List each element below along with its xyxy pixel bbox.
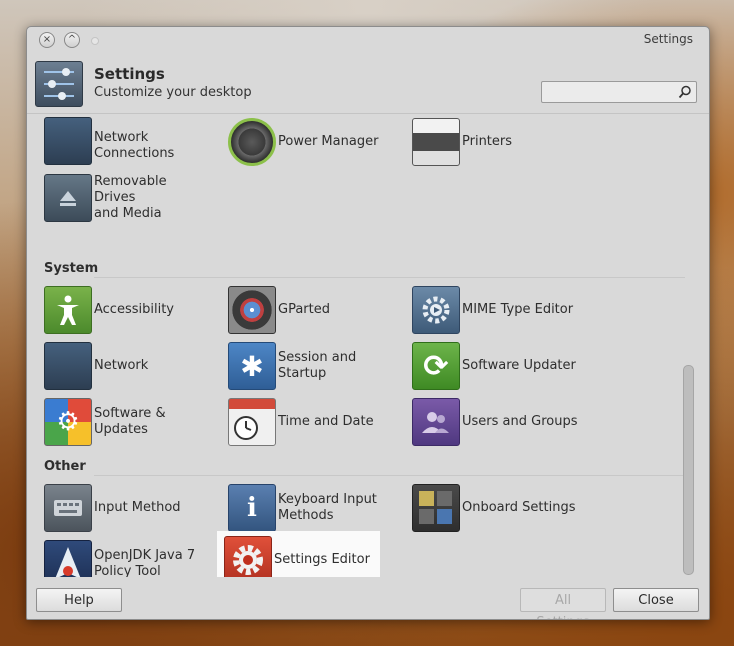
info-keyboard-icon: i <box>228 484 276 532</box>
title-bar: × ^ Settings <box>27 27 709 53</box>
keyboard-icon <box>44 484 92 532</box>
item-input-method[interactable]: Input Method <box>31 483 201 533</box>
item-label: Onboard Settings <box>462 500 576 515</box>
item-label: Accessibility <box>94 302 174 317</box>
item-onboard-settings[interactable]: Onboard Settings <box>399 483 575 533</box>
item-mime-type-editor[interactable]: MIME Type Editor <box>399 285 573 335</box>
item-software-updates[interactable]: ⚙ Software & Updates <box>31 397 201 447</box>
item-label: Session and Startup <box>278 350 357 381</box>
settings-sliders-icon <box>35 61 83 107</box>
item-label: Users and Groups <box>462 414 578 429</box>
users-icon <box>412 398 460 446</box>
printer-icon <box>412 118 460 166</box>
session-startup-icon: ✱ <box>228 342 276 390</box>
java-icon <box>44 540 92 577</box>
accessibility-icon <box>44 286 92 334</box>
vertical-scrollbar[interactable] <box>680 121 696 575</box>
close-icon: × <box>42 34 52 45</box>
item-openjdk-policy-tool[interactable]: OpenJDK Java 7 Policy Tool <box>31 539 201 577</box>
mime-gear-icon <box>412 286 460 334</box>
item-label: MIME Type Editor <box>462 302 574 317</box>
network-icon <box>44 342 92 390</box>
item-settings-editor[interactable]: Settings Editor <box>217 531 380 577</box>
item-removable-drives[interactable]: Removable Drives and Media <box>31 173 201 223</box>
settings-window: × ^ Settings Settings Customize your des… <box>26 26 710 620</box>
item-label: Removable Drives <box>94 174 167 205</box>
item-accessibility[interactable]: Accessibility <box>31 285 201 335</box>
item-keyboard-input-methods[interactable]: i Keyboard Input Methods <box>215 483 385 533</box>
search-icon[interactable] <box>678 85 692 99</box>
item-session-startup[interactable]: ✱ Session and Startup <box>215 341 385 391</box>
settings-editor-gear-icon <box>224 536 272 577</box>
item-time-date[interactable]: Time and Date <box>215 397 385 447</box>
item-label: Input Method <box>94 500 181 515</box>
item-users-groups[interactable]: Users and Groups <box>399 397 577 447</box>
scrollbar-thumb[interactable] <box>683 365 694 575</box>
item-label: Network <box>94 358 149 373</box>
item-network[interactable]: Network <box>31 341 201 391</box>
item-label: GParted <box>278 302 330 317</box>
help-button[interactable]: Help <box>36 588 122 612</box>
minimize-icon: ^ <box>67 34 77 45</box>
search-input[interactable] <box>545 84 677 102</box>
item-label: Software Updater <box>462 358 576 373</box>
section-other: Other <box>44 459 86 474</box>
all-settings-button[interactable]: All Settings <box>520 588 606 619</box>
item-label: Methods <box>278 508 334 523</box>
network-connections-icon <box>44 117 92 165</box>
window-title: Settings <box>643 32 693 46</box>
item-label: OpenJDK Java 7 <box>94 548 196 563</box>
close-button[interactable]: Close <box>613 588 699 612</box>
onboard-keyboard-icon <box>412 484 460 532</box>
header-title: Settings <box>94 65 165 83</box>
settings-grid: Network Connections Power Manager Printe… <box>31 115 699 577</box>
software-updater-icon: ⟳ <box>412 342 460 390</box>
item-label: Printers <box>462 134 513 149</box>
maximize-window-button[interactable] <box>91 37 99 45</box>
item-label: Keyboard Input <box>278 492 377 507</box>
removable-drive-icon <box>44 174 92 222</box>
gparted-disk-icon <box>228 286 276 334</box>
item-network-connections[interactable]: Network Connections <box>31 117 201 171</box>
clock-calendar-icon <box>228 398 276 446</box>
section-divider <box>94 475 685 476</box>
minimize-window-button[interactable]: ^ <box>64 32 80 48</box>
item-software-updater[interactable]: ⟳ Software Updater <box>399 341 576 391</box>
search-field[interactable] <box>541 81 697 103</box>
item-label: Power Manager <box>278 134 379 149</box>
section-divider <box>94 277 685 278</box>
power-manager-icon <box>228 118 276 166</box>
item-label: Software & Updates <box>94 406 166 437</box>
item-label: Connections <box>94 146 175 161</box>
item-label: and Media <box>94 206 162 221</box>
item-gparted[interactable]: GParted <box>215 285 385 335</box>
item-label: Network <box>94 130 149 145</box>
close-window-button[interactable]: × <box>39 32 55 48</box>
section-system: System <box>44 261 99 276</box>
header-subtitle: Customize your desktop <box>94 85 252 100</box>
item-label: Policy Tool <box>94 564 161 577</box>
item-printers[interactable]: Printers <box>399 117 569 167</box>
item-label: Settings Editor <box>274 552 370 567</box>
item-power-manager[interactable]: Power Manager <box>215 117 385 167</box>
software-updates-icon: ⚙ <box>44 398 92 446</box>
item-label: Time and Date <box>278 414 374 429</box>
